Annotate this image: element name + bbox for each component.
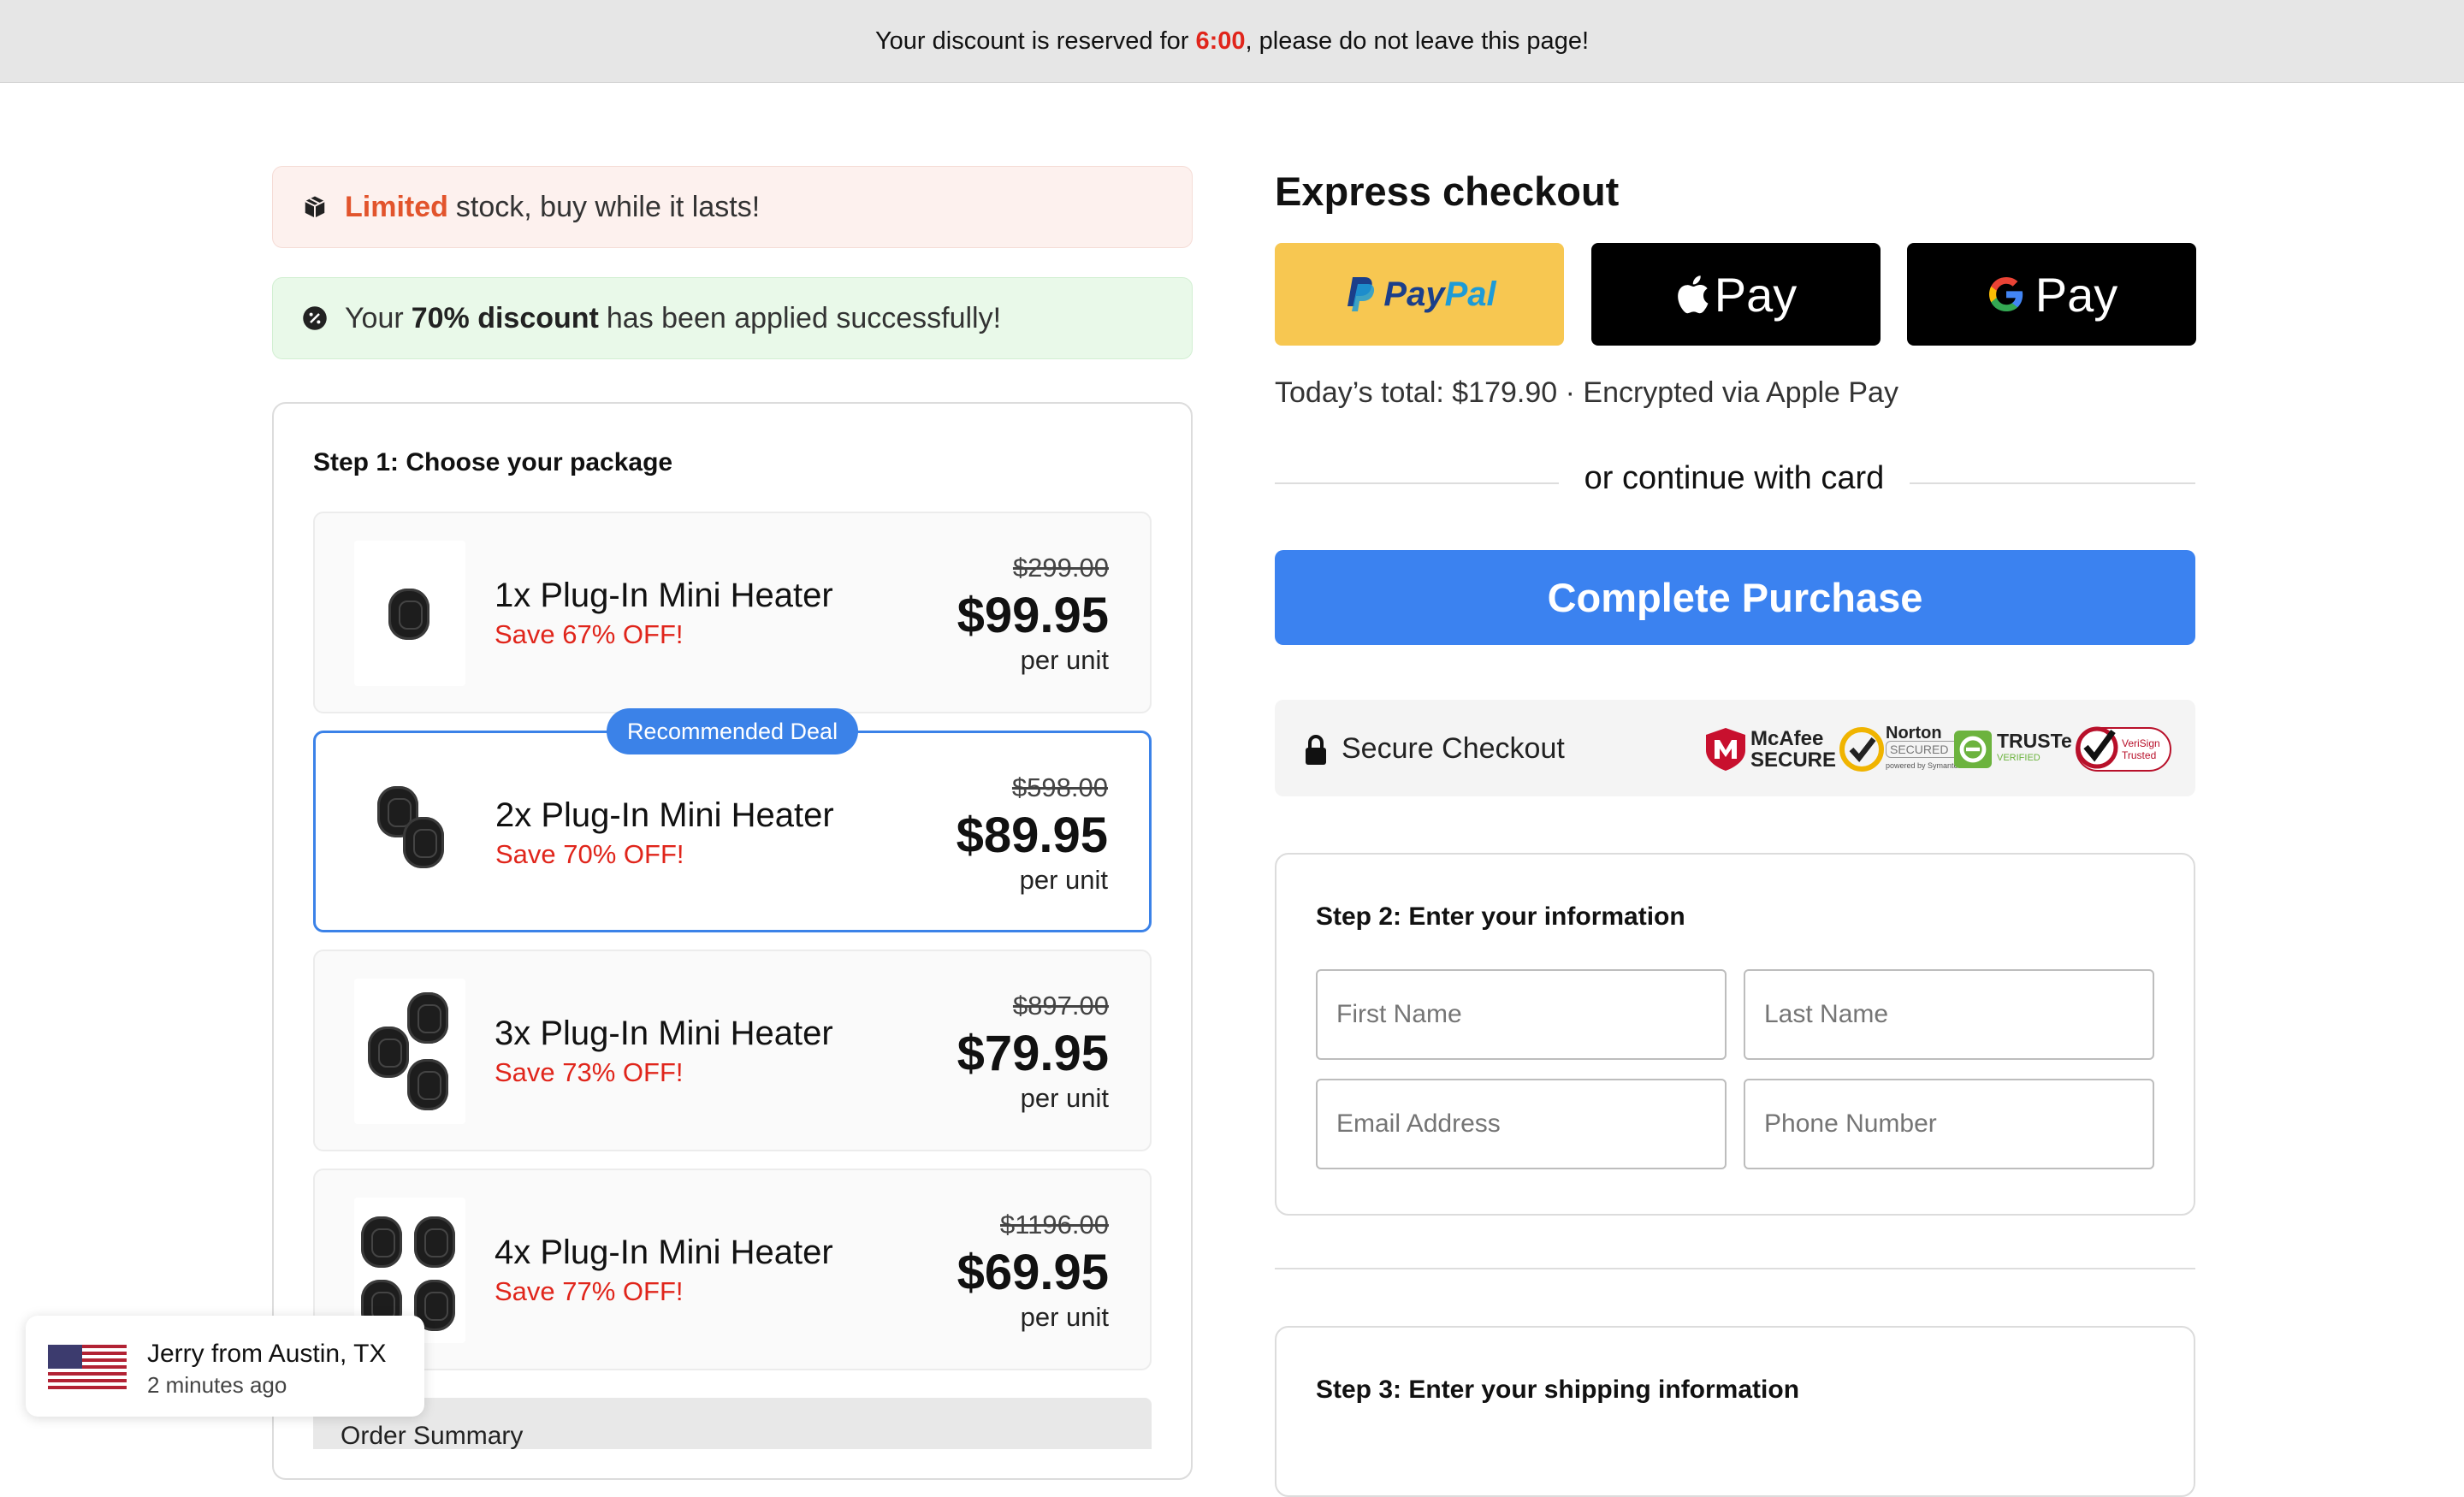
package-old-price: $1196.00	[1000, 1210, 1109, 1240]
discount-suffix: has been applied successfully!	[606, 301, 1002, 334]
package-name: 4x Plug-In Mini Heater	[495, 1234, 833, 1271]
package-savings: Save 73% OFF!	[495, 1057, 684, 1087]
phone-field[interactable]	[1744, 1079, 2154, 1169]
step3-title: Step 3: Enter your shipping information	[1316, 1376, 1800, 1404]
discount-badge-icon	[303, 306, 327, 330]
package-unit: per unit	[1020, 645, 1109, 675]
package-option-1x[interactable]: 1x Plug-In Mini Heater Save 67% OFF! $29…	[313, 512, 1152, 713]
stock-text: stock, buy while it lasts!	[455, 190, 761, 223]
package-savings: Save 70% OFF!	[495, 839, 684, 869]
toast-customer: Jerry from Austin, TX	[147, 1340, 387, 1368]
step3-panel: Step 3: Enter your shipping information	[1275, 1326, 2195, 1497]
recent-purchase-toast: Jerry from Austin, TX 2 minutes ago	[26, 1316, 424, 1417]
package-old-price: $299.00	[1012, 553, 1109, 583]
paypal-text-a: Pay	[1383, 275, 1445, 313]
package-old-price: $598.00	[1011, 772, 1108, 802]
norton-text-b: SECURED	[1886, 741, 1963, 758]
package-option-4x[interactable]: 4x Plug-In Mini Heater Save 77% OFF! $11…	[313, 1169, 1152, 1370]
section-divider	[1275, 1268, 2195, 1269]
discount-amount: 70% discount	[411, 301, 599, 334]
last-name-field[interactable]	[1744, 969, 2154, 1060]
norton-text-a: Norton	[1886, 724, 1942, 743]
box-icon	[305, 196, 325, 218]
product-image	[354, 979, 465, 1124]
todays-total: Today’s total: $179.90 · Encrypted via A…	[1275, 376, 1898, 409]
verisign-check-icon	[2076, 726, 2118, 769]
discount-prefix: Your	[345, 301, 404, 334]
paypal-text-b: Pal	[1444, 275, 1496, 313]
apple-pay-text: Pay	[1714, 267, 1798, 322]
product-image	[354, 541, 465, 686]
package-savings: Save 67% OFF!	[495, 619, 684, 649]
step2-title: Step 2: Enter your information	[1316, 902, 1685, 931]
mcafee-text-a: McAfee	[1750, 727, 1824, 750]
order-summary-label: Order Summary	[341, 1422, 524, 1450]
step1-title: Step 1: Choose your package	[313, 448, 673, 476]
truste-icon	[1954, 731, 1992, 768]
discount-applied-notice: Your 70% discount has been applied succe…	[272, 277, 1193, 359]
secure-checkout-bar: Secure Checkout McAfee SECURE Norton SEC…	[1275, 700, 2195, 796]
package-unit: per unit	[1020, 1302, 1109, 1332]
package-price: $69.95	[957, 1245, 1109, 1300]
first-name-field[interactable]	[1316, 969, 1727, 1060]
paypal-icon	[1348, 277, 1375, 311]
verisign-text-a: VeriSign	[2122, 737, 2160, 749]
package-old-price: $897.00	[1012, 991, 1109, 1021]
norton-check-icon	[1839, 727, 1884, 772]
apple-icon	[1677, 275, 1709, 314]
package-option-2x[interactable]: 2x Plug-In Mini Heater Save 70% OFF! $59…	[313, 731, 1152, 932]
package-price: $79.95	[957, 1026, 1109, 1081]
google-pay-button[interactable]: Pay	[1907, 243, 2196, 346]
mcafee-text-b: SECURE	[1750, 748, 1837, 772]
package-option-3x[interactable]: 3x Plug-In Mini Heater Save 73% OFF! $89…	[313, 950, 1152, 1151]
email-field[interactable]	[1316, 1079, 1727, 1169]
package-unit: per unit	[1020, 1083, 1109, 1113]
package-name: 2x Plug-In Mini Heater	[495, 796, 834, 834]
verisign-seal: VeriSign Trusted	[2076, 725, 2171, 773]
package-name: 1x Plug-In Mini Heater	[495, 577, 833, 614]
toast-time: 2 minutes ago	[147, 1372, 287, 1398]
product-image	[355, 760, 466, 906]
norton-seal: Norton SECURED powered by Symantec	[1839, 724, 1963, 773]
package-unit: per unit	[1019, 865, 1108, 895]
google-g-icon	[1988, 277, 2023, 311]
us-flag-icon	[48, 1345, 127, 1389]
mcafee-seal: McAfee SECURE	[1704, 725, 1836, 773]
stock-highlight: Limited	[345, 190, 448, 223]
truste-text-b: VERIFIED	[1997, 753, 2040, 763]
timer-prefix: Your discount is reserved for	[874, 27, 1196, 55]
google-pay-text: Pay	[2035, 267, 2118, 322]
package-name: 3x Plug-In Mini Heater	[495, 1015, 833, 1052]
secure-checkout-label: Secure Checkout	[1342, 732, 1565, 765]
limited-stock-notice: Limited stock, buy while it lasts!	[272, 166, 1193, 248]
timer-suffix: , please do not leave this page!	[1245, 27, 1590, 55]
order-summary-toggle[interactable]: Order Summary	[313, 1398, 1152, 1450]
complete-purchase-button[interactable]: Complete Purchase	[1275, 550, 2195, 645]
apple-pay-button[interactable]: Pay	[1591, 243, 1881, 346]
package-price: $89.95	[956, 808, 1108, 863]
timer-value: 6:00	[1195, 27, 1246, 55]
express-checkout-title: Express checkout	[1275, 169, 1620, 214]
norton-text-c: powered by Symantec	[1886, 761, 1963, 770]
package-price: $99.95	[957, 588, 1109, 643]
recommended-deal-badge: Recommended Deal	[607, 708, 858, 754]
truste-text-a: TRUSTe	[1997, 730, 2072, 752]
lock-icon	[1306, 735, 1326, 765]
package-savings: Save 77% OFF!	[495, 1276, 684, 1306]
verisign-text-b: Trusted	[2122, 749, 2157, 761]
discount-timer-bar: Your discount is reserved for 6:00 , ple…	[0, 0, 2464, 83]
step2-panel: Step 2: Enter your information	[1275, 853, 2195, 1216]
mcafee-shield-icon	[1706, 728, 1745, 771]
paypal-button[interactable]: PayPal	[1275, 243, 1564, 346]
truste-seal: TRUSTe VERIFIED	[1952, 725, 2072, 773]
or-continue-label: or continue with card	[1559, 460, 1910, 497]
